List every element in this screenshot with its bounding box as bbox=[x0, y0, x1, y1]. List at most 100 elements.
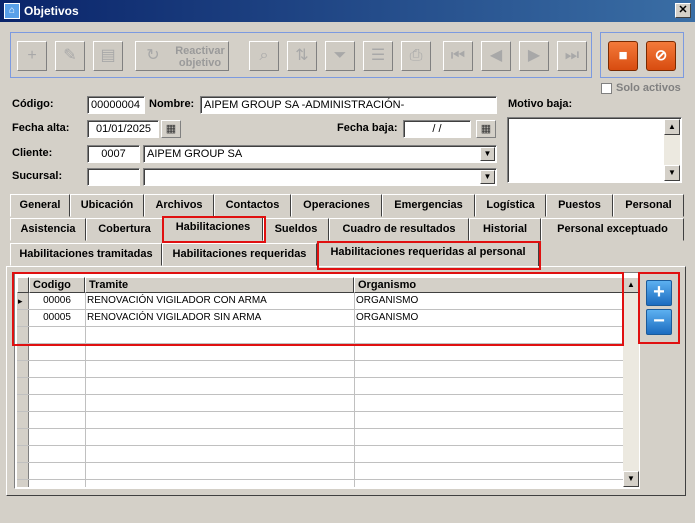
motivo-baja-label: Motivo baja: bbox=[508, 98, 573, 110]
tab-contactos[interactable]: Contactos bbox=[214, 194, 291, 217]
sort-icon: ⇅ bbox=[295, 47, 309, 64]
tab-operaciones[interactable]: Operaciones bbox=[291, 194, 382, 217]
sort-button[interactable]: ⇅ bbox=[287, 41, 317, 71]
next-record-button[interactable]: ▶ bbox=[519, 41, 549, 71]
tab-emergencias[interactable]: Emergencias bbox=[382, 194, 475, 217]
reactivate-icon: ↻ bbox=[146, 47, 160, 64]
motivo-scroll-down[interactable]: ▼ bbox=[664, 165, 680, 181]
action-toolbar: ■ ⊘ bbox=[600, 32, 684, 78]
prev-icon: ◀ bbox=[489, 47, 503, 64]
grid-add-button[interactable]: + bbox=[646, 280, 672, 306]
edit-button[interactable]: ✎ bbox=[55, 41, 85, 71]
motivo-baja-memo[interactable]: ▲ ▼ bbox=[507, 117, 682, 183]
save-icon: ■ bbox=[618, 47, 628, 64]
row-pointer-icon: ▸ bbox=[18, 296, 23, 306]
search-button[interactable]: ⌕ bbox=[249, 41, 279, 71]
printer-icon: ⎙ bbox=[409, 47, 423, 64]
table-row-tramite[interactable]: RENOVACIÓN VIGILADOR SIN ARMA bbox=[87, 310, 353, 326]
sucursal-select[interactable]: ▼ bbox=[143, 168, 497, 186]
grid-hline bbox=[17, 462, 623, 463]
add-icon: + bbox=[27, 47, 37, 64]
tab-logistica[interactable]: Logística bbox=[475, 194, 546, 217]
close-button[interactable]: ✕ bbox=[675, 3, 691, 18]
window-title: Objetivos bbox=[24, 4, 79, 18]
tab-habilitaciones[interactable]: Habilitaciones bbox=[163, 216, 263, 241]
fecha-baja-field[interactable]: / / bbox=[403, 120, 471, 138]
grid-hline bbox=[17, 411, 623, 412]
tab-general[interactable]: General bbox=[10, 194, 70, 217]
fecha-baja-label: Fecha baja: bbox=[337, 122, 398, 134]
tab-cobertura[interactable]: Cobertura bbox=[86, 218, 163, 241]
grid-scrollbar[interactable]: ▲ ▼ bbox=[623, 277, 639, 487]
chevron-down-icon[interactable]: ▼ bbox=[480, 170, 495, 184]
grid-indicator-header bbox=[17, 277, 29, 293]
cliente-select[interactable]: AIPEM GROUP SA ▼ bbox=[143, 145, 497, 163]
fecha-alta-field[interactable]: 01/01/2025 bbox=[87, 120, 159, 138]
cliente-code-field[interactable]: 0007 bbox=[87, 145, 140, 163]
grid-hline bbox=[17, 377, 623, 378]
first-record-button[interactable]: ⏮ bbox=[443, 41, 473, 71]
codigo-field[interactable]: 00000004 bbox=[87, 96, 145, 114]
grid-hline bbox=[17, 343, 623, 344]
cliente-label: Cliente: bbox=[12, 147, 53, 159]
tab-asistencia[interactable]: Asistencia bbox=[10, 218, 86, 241]
last-icon: ⏭ bbox=[564, 47, 580, 64]
cancel-button[interactable]: ⊘ bbox=[646, 41, 676, 71]
table-row-organismo[interactable]: ORGANISMO bbox=[356, 293, 622, 309]
tab-sueldos[interactable]: Sueldos bbox=[263, 218, 329, 241]
title-bar: ⌂ Objetivos ✕ bbox=[0, 0, 695, 22]
grid-scroll-up[interactable]: ▲ bbox=[623, 277, 639, 293]
grid-hline bbox=[17, 326, 623, 327]
prev-record-button[interactable]: ◀ bbox=[481, 41, 511, 71]
app-icon: ⌂ bbox=[4, 3, 20, 19]
tab-cuadro-de-resultados[interactable]: Cuadro de resultados bbox=[329, 218, 469, 241]
nombre-field[interactable]: AIPEM GROUP SA -ADMINISTRACIÓN- bbox=[200, 96, 497, 114]
first-icon: ⏮ bbox=[450, 47, 466, 64]
fecha-baja-calendar-button[interactable]: ▦ bbox=[476, 120, 496, 138]
fecha-alta-label: Fecha alta: bbox=[12, 122, 70, 134]
report-button[interactable]: ☰ bbox=[363, 41, 393, 71]
table-row-codigo[interactable]: 00005 bbox=[29, 310, 85, 326]
last-record-button[interactable]: ⏭ bbox=[557, 41, 587, 71]
grid-header-organismo[interactable]: Organismo bbox=[354, 277, 623, 293]
filter-icon: ⏷ bbox=[333, 47, 347, 64]
cancel-icon: ⊘ bbox=[654, 47, 668, 64]
table-row-codigo[interactable]: 00006 bbox=[29, 293, 85, 309]
motivo-scrollbar[interactable]: ▲ ▼ bbox=[664, 119, 680, 181]
grid-vline bbox=[85, 293, 86, 487]
filter-button[interactable]: ⏷ bbox=[325, 41, 355, 71]
habilitaciones-grid: Codigo Tramite Organismo ▸ 00006 RENOVAC… bbox=[14, 272, 640, 489]
motivo-scroll-up[interactable]: ▲ bbox=[664, 119, 680, 135]
sucursal-code-field[interactable] bbox=[87, 168, 140, 186]
grid-header-tramite[interactable]: Tramite bbox=[85, 277, 354, 293]
grid-remove-button[interactable]: − bbox=[646, 309, 672, 335]
reactivar-objetivo-button[interactable]: ↻ Reactivar objetivo bbox=[135, 41, 229, 71]
cliente-selected-value: AIPEM GROUP SA bbox=[147, 148, 243, 160]
tab-historial[interactable]: Historial bbox=[469, 218, 541, 241]
tab-habilitaciones-requeridas-al-personal[interactable]: Habilitaciones requeridas al personal bbox=[317, 241, 539, 267]
print-button[interactable]: ⎙ bbox=[401, 41, 431, 71]
save-button[interactable]: ■ bbox=[608, 41, 638, 71]
tab-habilitaciones-requeridas[interactable]: Habilitaciones requeridas bbox=[162, 243, 317, 266]
table-row-organismo[interactable]: ORGANISMO bbox=[356, 310, 622, 326]
add-button[interactable]: + bbox=[17, 41, 47, 71]
tab-puestos[interactable]: Puestos bbox=[546, 194, 613, 217]
tab-personal-exceptuado[interactable]: Personal exceptuado bbox=[541, 218, 684, 241]
solo-activos-checkbox[interactable] bbox=[601, 83, 612, 94]
tab-archivos[interactable]: Archivos bbox=[144, 194, 214, 217]
document-button[interactable]: ▤ bbox=[93, 41, 123, 71]
nombre-label: Nombre: bbox=[149, 98, 195, 110]
minus-icon: − bbox=[653, 310, 665, 332]
grid-vline bbox=[354, 293, 355, 487]
grid-scroll-down[interactable]: ▼ bbox=[623, 471, 639, 487]
grid-indicator-column bbox=[17, 293, 29, 487]
fecha-alta-calendar-button[interactable]: ▦ bbox=[161, 120, 181, 138]
pencil-icon: ✎ bbox=[63, 47, 77, 64]
grid-header-codigo[interactable]: Codigo bbox=[29, 277, 85, 293]
tab-personal[interactable]: Personal bbox=[613, 194, 684, 217]
tab-habilitaciones-tramitadas[interactable]: Habilitaciones tramitadas bbox=[10, 243, 162, 266]
main-toolbar: + ✎ ▤ ↻ Reactivar objetivo ⌕ ⇅ ⏷ ☰ ⎙ ⏮ ◀ … bbox=[10, 32, 592, 78]
table-row-tramite[interactable]: RENOVACIÓN VIGILADOR CON ARMA bbox=[87, 293, 353, 309]
chevron-down-icon[interactable]: ▼ bbox=[480, 147, 495, 161]
tab-ubicacion[interactable]: Ubicación bbox=[70, 194, 144, 217]
